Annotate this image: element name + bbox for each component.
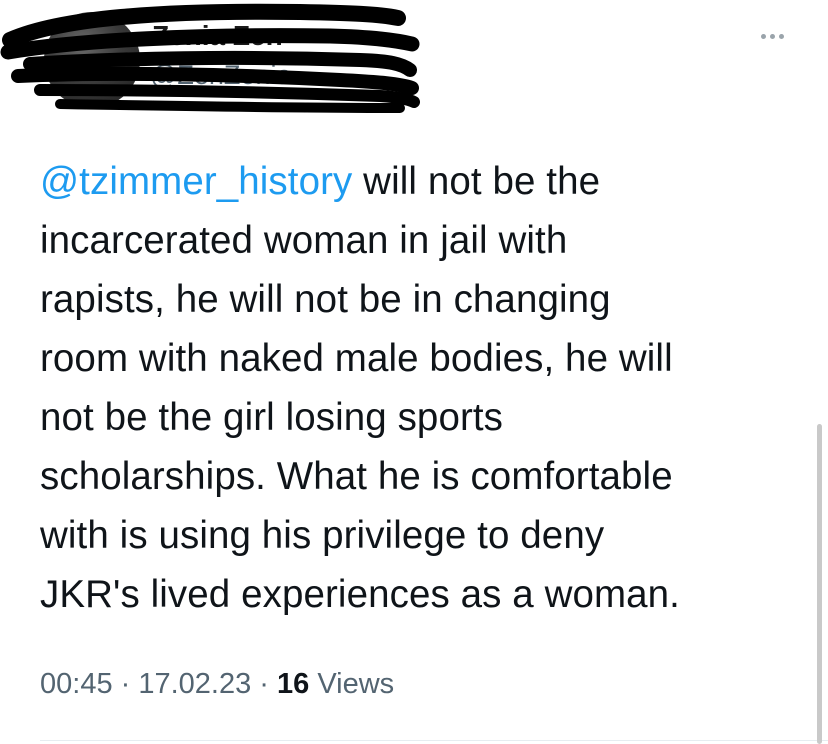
tweet-text-line: JKR's lived experiences as a woman. — [40, 573, 680, 616]
tweet-text: @tzimmer_history will not be the incarce… — [40, 152, 810, 624]
meta-separator: · — [251, 668, 278, 700]
tweet: Zenia Zen @ZenZenia @tzimmer_history wil… — [0, 0, 828, 744]
tweet-date[interactable]: 17.02.23 — [138, 668, 251, 700]
views-count[interactable]: 16 — [277, 668, 309, 700]
more-horizontal-icon — [778, 33, 784, 39]
more-horizontal-icon — [760, 33, 766, 39]
tweet-text-line: with is using his privilege to deny — [40, 514, 605, 557]
scrollbar[interactable] — [817, 424, 822, 744]
redaction-scribble — [0, 3, 420, 113]
tweet-text-line: room with naked male bodies, he will — [40, 337, 673, 380]
tweet-text-segment: will not be the — [352, 160, 601, 203]
tweet-time[interactable]: 00:45 — [40, 668, 113, 700]
tweet-text-line: scholarships. What he is comfortable — [40, 455, 673, 498]
tweet-text-line: rapists, he will not be in changing — [40, 278, 611, 321]
tweet-header: Zenia Zen @ZenZenia — [0, 0, 828, 130]
more-horizontal-icon — [769, 33, 775, 39]
more-options-button[interactable] — [752, 22, 792, 50]
divider — [40, 740, 828, 741]
tweet-text-line: incarcerated woman in jail with — [40, 219, 568, 262]
tweet-text-line: @tzimmer_history will not be the — [40, 152, 810, 211]
mention-link[interactable]: @tzimmer_history — [40, 160, 352, 203]
views-label[interactable]: Views — [309, 668, 394, 700]
tweet-meta: 00:45 · 17.02.23 · 16 Views — [40, 668, 394, 701]
meta-separator: · — [112, 668, 139, 700]
tweet-text-line: not be the girl losing sports — [40, 396, 504, 439]
